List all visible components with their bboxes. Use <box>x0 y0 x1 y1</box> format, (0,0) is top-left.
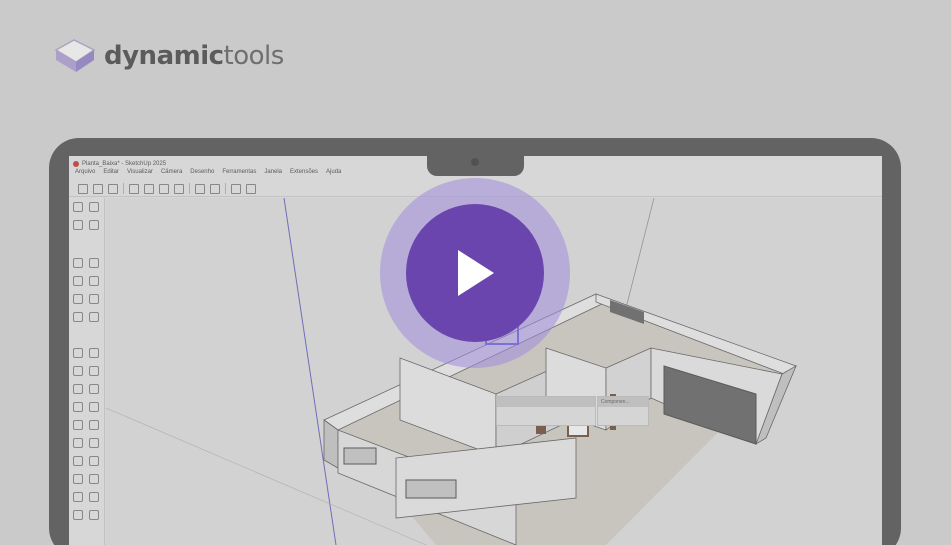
offset-tool-icon[interactable] <box>89 384 99 394</box>
delete-icon[interactable] <box>174 183 184 194</box>
model-info-icon[interactable] <box>246 183 256 194</box>
undo-icon[interactable] <box>195 183 205 194</box>
lasso-tool-icon[interactable] <box>89 202 99 212</box>
webcam-icon <box>471 158 479 166</box>
orbit-tool-icon[interactable] <box>73 456 83 466</box>
brand-name: dynamictools <box>104 41 284 71</box>
pan-tool-icon[interactable] <box>89 456 99 466</box>
menu-ferramentas[interactable]: Ferramentas <box>222 169 256 181</box>
zoom-tool-icon[interactable] <box>73 474 83 484</box>
zoom-window-icon[interactable] <box>89 474 99 484</box>
components-panel: Componen... <box>597 396 649 426</box>
panel-titlebar <box>497 397 595 407</box>
menu-camera[interactable]: Câmera <box>161 169 182 181</box>
push-pull-icon[interactable] <box>89 348 99 358</box>
select-tool-icon[interactable] <box>73 202 83 212</box>
polygon-tool-icon[interactable] <box>89 294 99 304</box>
rectangle-tool-icon[interactable] <box>73 276 83 286</box>
components-panel-title: Componen... <box>598 397 648 407</box>
menu-visualizar[interactable]: Visualizar <box>127 169 153 181</box>
line-tool-icon[interactable] <box>73 258 83 268</box>
position-camera-icon[interactable] <box>73 510 83 520</box>
axes-tool-icon[interactable] <box>73 438 83 448</box>
previous-view-icon[interactable] <box>89 492 99 502</box>
walk-tool-icon[interactable] <box>89 510 99 520</box>
zoom-extents-icon[interactable] <box>73 492 83 502</box>
menu-editar[interactable]: Editar <box>103 169 119 181</box>
play-video-button[interactable] <box>406 204 544 342</box>
new-file-icon[interactable] <box>78 183 88 194</box>
save-icon[interactable] <box>108 183 118 194</box>
menu-desenho[interactable]: Desenho <box>190 169 214 181</box>
circle-tool-icon[interactable] <box>73 294 83 304</box>
move-tool-icon[interactable] <box>73 348 83 358</box>
paste-icon[interactable] <box>159 183 169 194</box>
3d-text-icon[interactable] <box>89 438 99 448</box>
play-icon <box>458 250 494 296</box>
freehand-tool-icon[interactable] <box>89 258 99 268</box>
menu-janela[interactable]: Janela <box>264 169 282 181</box>
redo-icon[interactable] <box>210 183 220 194</box>
arc-tool-icon[interactable] <box>73 312 83 322</box>
rotate-tool-icon[interactable] <box>73 366 83 376</box>
cut-icon[interactable] <box>129 183 139 194</box>
follow-me-icon[interactable] <box>89 366 99 376</box>
menu-arquivo[interactable]: Arquivo <box>75 169 95 181</box>
tape-measure-icon[interactable] <box>73 402 83 412</box>
toolbar-divider <box>225 183 226 194</box>
scale-tool-icon[interactable] <box>73 384 83 394</box>
window-title: Planta_Baixa* - SketchUp 2025 <box>82 161 167 167</box>
eraser-icon[interactable] <box>89 220 99 230</box>
pie-tool-icon[interactable] <box>89 312 99 322</box>
dynamictools-logo-icon <box>54 39 96 72</box>
toolbar-divider <box>189 183 190 194</box>
paint-bucket-icon[interactable] <box>73 220 83 230</box>
rotated-rectangle-icon[interactable] <box>89 276 99 286</box>
menu-extensoes[interactable]: Extensões <box>290 169 318 181</box>
tools-sidebar <box>69 198 105 545</box>
toolbar-divider <box>123 183 124 194</box>
views-toolbar-panel <box>496 396 596 426</box>
dimension-tool-icon[interactable] <box>89 402 99 412</box>
protractor-icon[interactable] <box>73 420 83 430</box>
copy-icon[interactable] <box>144 183 154 194</box>
brand-logo: dynamictools <box>52 36 284 76</box>
menu-ajuda[interactable]: Ajuda <box>326 169 341 181</box>
sketchup-app-icon <box>73 161 79 167</box>
open-folder-icon[interactable] <box>93 183 103 194</box>
text-tool-icon[interactable] <box>89 420 99 430</box>
print-icon[interactable] <box>231 183 241 194</box>
